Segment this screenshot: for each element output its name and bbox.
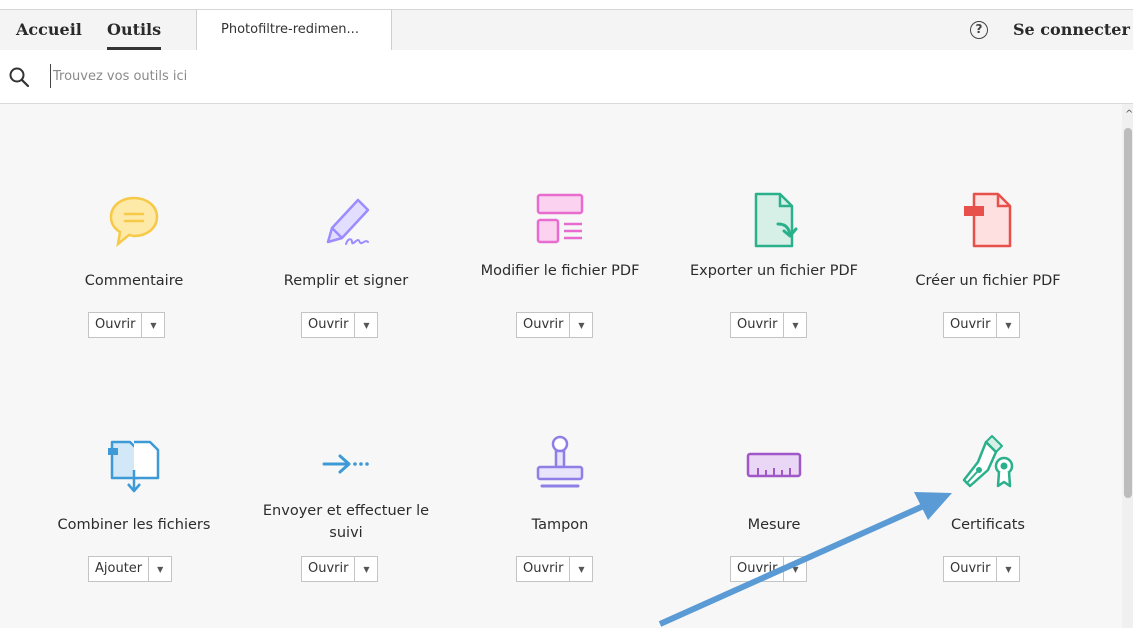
chevron-down-icon[interactable]: ▼	[149, 557, 171, 581]
open-button-send-track[interactable]: Ouvrir ▼	[301, 556, 379, 582]
scroll-up-icon[interactable]: ^	[1125, 110, 1133, 120]
open-button-label[interactable]: Ouvrir	[302, 313, 356, 337]
open-button-fill-sign[interactable]: Ouvrir ▼	[301, 312, 379, 338]
chevron-down-icon[interactable]: ▼	[784, 557, 806, 581]
tool-label: Modifier le fichier PDF	[480, 263, 640, 279]
certificates-icon	[962, 435, 1014, 488]
open-button-label[interactable]: Ouvrir	[944, 557, 998, 581]
tool-label: Certificats	[951, 517, 1025, 533]
open-button-label[interactable]: Ouvrir	[302, 557, 356, 581]
chevron-down-icon[interactable]: ▼	[570, 313, 592, 337]
top-nav-bar: Accueil Outils Photofiltre-redimen... ? …	[0, 9, 1133, 51]
create-pdf-icon	[964, 192, 1012, 248]
tools-grid	[0, 104, 1133, 628]
open-button-certificates[interactable]: Ouvrir ▼	[943, 556, 1021, 582]
chevron-down-icon[interactable]: ▼	[355, 557, 377, 581]
chevron-down-icon[interactable]: ▼	[355, 313, 377, 337]
comment-icon	[109, 196, 159, 248]
tool-label: Remplir et signer	[283, 273, 409, 289]
tool-label: Commentaire	[84, 273, 184, 289]
search-icon	[9, 67, 30, 88]
send-track-icon	[322, 454, 369, 474]
open-button-export-pdf[interactable]: Ouvrir ▼	[730, 312, 808, 338]
tab-home[interactable]: Accueil	[16, 10, 82, 50]
measure-icon	[746, 452, 802, 478]
chevron-down-icon[interactable]: ▼	[142, 313, 164, 337]
tool-search-bar	[0, 50, 1133, 104]
document-tab[interactable]: Photofiltre-redimen...	[196, 10, 392, 50]
tool-label: Créer un fichier PDF	[915, 273, 1061, 289]
combine-files-icon	[108, 440, 160, 493]
help-icon[interactable]: ?	[970, 21, 988, 39]
open-button-label[interactable]: Ouvrir	[89, 313, 143, 337]
signin-link[interactable]: Se connecter	[1013, 10, 1130, 50]
fill-sign-icon	[326, 198, 370, 245]
open-button-comment[interactable]: Ouvrir ▼	[88, 312, 166, 338]
add-button-label[interactable]: Ajouter	[89, 557, 150, 581]
tool-label: Envoyer et effectuer le suivi	[262, 503, 430, 541]
open-button-label[interactable]: Ouvrir	[517, 557, 571, 581]
tab-tools[interactable]: Outils	[107, 10, 162, 50]
search-input[interactable]	[50, 64, 553, 88]
open-button-label[interactable]: Ouvrir	[731, 313, 785, 337]
open-button-label[interactable]: Ouvrir	[731, 557, 785, 581]
edit-pdf-icon	[536, 193, 584, 244]
add-button-combine[interactable]: Ajouter ▼	[88, 556, 173, 582]
open-button-edit-pdf[interactable]: Ouvrir ▼	[516, 312, 594, 338]
export-pdf-icon	[754, 192, 798, 248]
open-button-create-pdf[interactable]: Ouvrir ▼	[943, 312, 1021, 338]
tool-label: Tampon	[531, 517, 589, 533]
tool-label: Mesure	[747, 517, 801, 533]
scrollbar-thumb[interactable]	[1124, 128, 1132, 498]
stamp-icon	[536, 435, 584, 488]
open-button-stamp[interactable]: Ouvrir ▼	[516, 556, 594, 582]
tool-label: Exporter un fichier PDF	[689, 263, 858, 279]
open-button-label[interactable]: Ouvrir	[944, 313, 998, 337]
open-button-label[interactable]: Ouvrir	[517, 313, 571, 337]
chevron-down-icon[interactable]: ▼	[570, 557, 592, 581]
chevron-down-icon[interactable]: ▼	[784, 313, 806, 337]
tool-label: Combiner les fichiers	[57, 517, 211, 533]
open-button-measure[interactable]: Ouvrir ▼	[730, 556, 808, 582]
chevron-down-icon[interactable]: ▼	[997, 557, 1019, 581]
chevron-down-icon[interactable]: ▼	[997, 313, 1019, 337]
